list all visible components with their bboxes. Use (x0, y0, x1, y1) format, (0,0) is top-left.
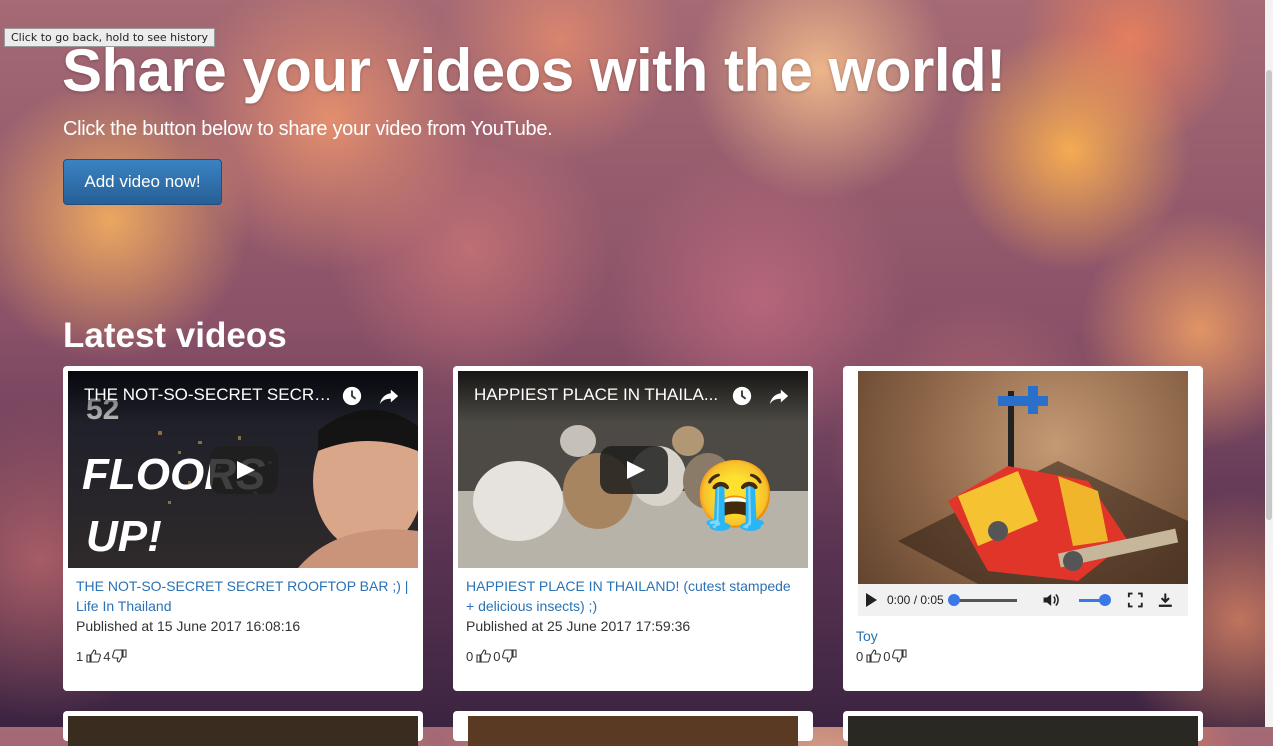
dislike-count: 0 (493, 648, 501, 664)
html5-video-player[interactable]: 0:00 / 0:05 (858, 371, 1188, 616)
video-card: 0:00 / 0:05 Toy 0 0 (843, 366, 1203, 691)
video-card: HAPPIEST PLACE IN THAILA... 😭 HAPPIEST P… (453, 366, 813, 691)
back-button-tooltip: Click to go back, hold to see history (4, 28, 215, 47)
scrollbar-thumb[interactable] (1266, 70, 1272, 520)
published-date: Published at 15 June 2017 16:08:16 (76, 618, 301, 634)
video-thumbnail[interactable] (468, 716, 798, 746)
thumbs-up-icon[interactable] (865, 648, 882, 664)
seek-knob[interactable] (947, 593, 960, 606)
video-thumbnail[interactable] (848, 716, 1198, 746)
scrollbar[interactable] (1265, 0, 1273, 727)
youtube-embed[interactable]: HAPPIEST PLACE IN THAILA... 😭 (458, 371, 808, 568)
hero-subtitle: Click the button below to share your vid… (63, 118, 553, 140)
embed-title[interactable]: THE NOT-SO-SECRET SECRE... (84, 385, 334, 405)
volume-knob[interactable] (1098, 593, 1111, 606)
video-card (843, 711, 1203, 746)
thumbs-down-icon[interactable] (502, 648, 518, 664)
play-button[interactable] (210, 446, 278, 494)
seek-slider[interactable] (947, 593, 1017, 606)
crying-emoji: 😭 (694, 457, 777, 531)
video-link[interactable]: Toy (856, 628, 878, 644)
latest-videos-heading: Latest videos (63, 316, 287, 355)
volume-icon[interactable] (1041, 590, 1061, 610)
add-video-button[interactable]: Add video now! (63, 159, 222, 205)
dislike-count: 0 (883, 648, 891, 664)
watch-later-icon[interactable] (731, 385, 753, 407)
fullscreen-icon[interactable] (1127, 591, 1144, 609)
download-icon[interactable] (1157, 591, 1174, 609)
dislike-count: 4 (103, 648, 111, 664)
play-icon[interactable] (866, 593, 877, 607)
like-count: 1 (76, 648, 84, 664)
youtube-embed[interactable]: 52 FLOORS UP! THE NOT-SO-SECRET SECRE... (68, 371, 418, 568)
like-count: 0 (466, 648, 474, 664)
play-button[interactable] (600, 446, 668, 494)
thumbs-up-icon[interactable] (85, 648, 102, 664)
published-date: Published at 25 June 2017 17:59:36 (466, 618, 691, 634)
video-thumbnail[interactable] (68, 716, 418, 746)
watch-later-icon[interactable] (341, 385, 363, 407)
video-card (453, 711, 813, 746)
share-icon[interactable] (378, 385, 400, 407)
thumbs-down-icon[interactable] (892, 648, 908, 664)
like-count: 0 (856, 648, 864, 664)
embed-title[interactable]: HAPPIEST PLACE IN THAILA... (474, 385, 718, 405)
video-frame (898, 386, 1188, 584)
thumbs-down-icon[interactable] (112, 648, 128, 664)
video-controls: 0:00 / 0:05 (858, 584, 1188, 616)
video-link[interactable]: THE NOT-SO-SECRET SECRET ROOFTOP BAR ;) … (76, 576, 411, 616)
vote-bar: 0 0 (466, 648, 518, 664)
video-card (63, 711, 423, 746)
vote-bar: 0 0 (856, 648, 908, 664)
video-link[interactable]: HAPPIEST PLACE IN THAILAND! (cutest stam… (466, 576, 801, 616)
time-display: 0:00 / 0:05 (887, 593, 944, 607)
thumbs-up-icon[interactable] (475, 648, 492, 664)
video-card: 52 FLOORS UP! THE NOT-SO-SECRET SECRE...… (63, 366, 423, 691)
share-icon[interactable] (768, 385, 790, 407)
overlay-text: UP! (86, 512, 162, 561)
vote-bar: 1 4 (76, 648, 128, 664)
volume-slider[interactable] (1078, 593, 1111, 606)
